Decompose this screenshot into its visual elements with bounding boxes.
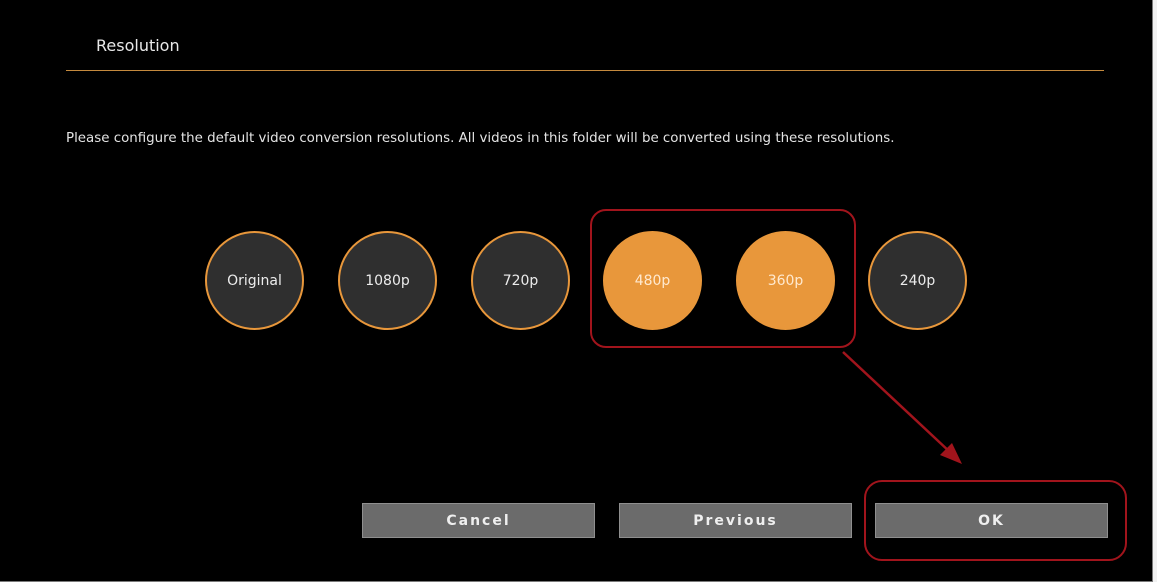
resolution-dialog: Resolution Please configure the default … (0, 0, 1153, 582)
cancel-button[interactable]: Cancel (362, 503, 595, 538)
previous-button[interactable]: Previous (619, 503, 852, 538)
ok-button-highlight (864, 480, 1127, 561)
